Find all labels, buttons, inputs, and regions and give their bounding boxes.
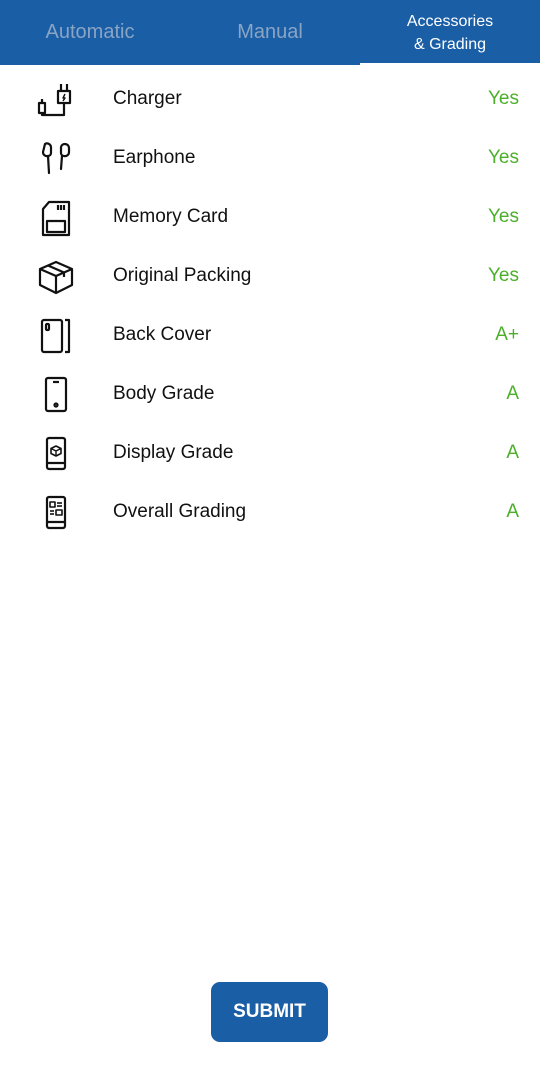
tab-manual[interactable]: Manual — [180, 0, 360, 65]
phone-display-icon — [36, 435, 76, 473]
list-item-overall-grading: Overall Grading A — [0, 483, 540, 542]
tab-manual-label: Manual — [237, 21, 303, 43]
earphone-icon — [36, 140, 76, 178]
item-value: A+ — [495, 324, 519, 345]
item-label: Original Packing — [113, 265, 252, 286]
item-value: Yes — [488, 147, 519, 168]
item-label: Memory Card — [113, 206, 229, 227]
item-label: Overall Grading — [113, 501, 247, 522]
memory-card-icon — [36, 199, 76, 237]
active-tab-indicator — [360, 63, 540, 66]
item-value: A — [506, 383, 519, 404]
phone-grid-icon — [36, 494, 76, 532]
box-icon — [36, 258, 76, 296]
list-item-charger: Charger Yes — [0, 70, 540, 129]
list-item-memory-card: Memory Card Yes — [0, 188, 540, 247]
tab-accessories-grading[interactable]: Accessories & Grading — [360, 0, 540, 65]
tab-automatic[interactable]: Automatic — [0, 0, 180, 65]
charger-icon — [36, 81, 76, 119]
phone-body-icon — [36, 376, 76, 414]
item-value: Yes — [488, 88, 519, 109]
item-value: A — [506, 442, 519, 463]
item-label: Display Grade — [113, 442, 234, 463]
list-item-body-grade: Body Grade A — [0, 365, 540, 424]
back-cover-icon — [36, 317, 76, 355]
list-item-earphone: Earphone Yes — [0, 129, 540, 188]
item-label: Earphone — [113, 147, 196, 168]
tab-accessories-grading-label: Accessories & Grading — [406, 12, 494, 53]
item-value: Yes — [488, 265, 519, 286]
tab-bar: Automatic Manual Accessories & Grading — [0, 0, 540, 66]
list-item-original-packing: Original Packing Yes — [0, 247, 540, 306]
item-value: A — [506, 501, 519, 522]
item-label: Back Cover — [113, 324, 212, 345]
list-item-display-grade: Display Grade A — [0, 424, 540, 483]
tab-automatic-label: Automatic — [45, 21, 135, 43]
submit-button[interactable]: SUBMIT — [211, 982, 328, 1042]
list-item-back-cover: Back Cover A+ — [0, 306, 540, 365]
item-label: Charger — [113, 88, 182, 109]
item-label: Body Grade — [113, 383, 215, 404]
item-value: Yes — [488, 206, 519, 227]
